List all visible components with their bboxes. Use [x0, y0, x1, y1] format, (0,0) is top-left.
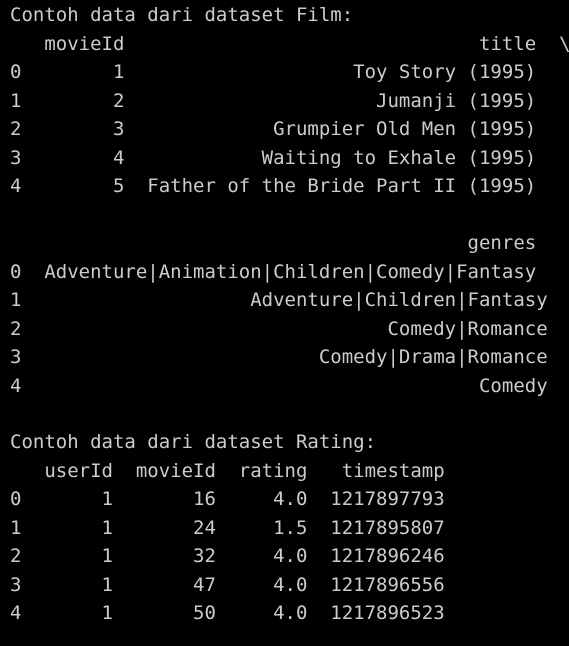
- terminal-line-film-row-4: 4 5 Father of the Bride Part II (1995): [10, 175, 569, 197]
- terminal-output: Contoh data dari dataset Film: movieId t…: [0, 0, 569, 646]
- terminal-line-film-row-0: 0 1 Toy Story (1995): [10, 61, 569, 83]
- terminal-line-rating-row-4: 4 1 50 4.0 1217896523: [10, 602, 445, 624]
- terminal-line-genres-row-2: 2 Comedy|Romance: [10, 318, 569, 340]
- terminal-line-genres-row-3: 3 Comedy|Drama|Romance: [10, 346, 569, 368]
- terminal-line-film-header: movieId title \: [10, 33, 569, 55]
- terminal-line-rating-row-0: 0 1 16 4.0 1217897793: [10, 488, 445, 510]
- terminal-line-rating-heading: Contoh data dari dataset Rating:: [10, 431, 377, 453]
- terminal-line-genres-row-4: 4 Comedy: [10, 375, 569, 397]
- terminal-line-film-row-1: 1 2 Jumanji (1995): [10, 90, 569, 112]
- terminal-line-rating-row-2: 2 1 32 4.0 1217896246: [10, 545, 445, 567]
- terminal-line-rating-row-1: 1 1 24 1.5 1217895807: [10, 517, 445, 539]
- terminal-line-genres-row-1: 1 Adventure|Children|Fantasy: [10, 289, 569, 311]
- terminal-line-genres-row-0: 0 Adventure|Animation|Children|Comedy|Fa…: [10, 261, 560, 283]
- terminal-line-film-heading: Contoh data dari dataset Film:: [10, 4, 354, 26]
- terminal-line-film-row-2: 2 3 Grumpier Old Men (1995): [10, 118, 569, 140]
- terminal-line-film-row-3: 3 4 Waiting to Exhale (1995): [10, 147, 569, 169]
- terminal-line-rating-row-3: 3 1 47 4.0 1217896556: [10, 574, 445, 596]
- terminal-line-genres-header: genres: [10, 232, 560, 254]
- terminal-line-rating-header: userId movieId rating timestamp: [10, 460, 445, 482]
